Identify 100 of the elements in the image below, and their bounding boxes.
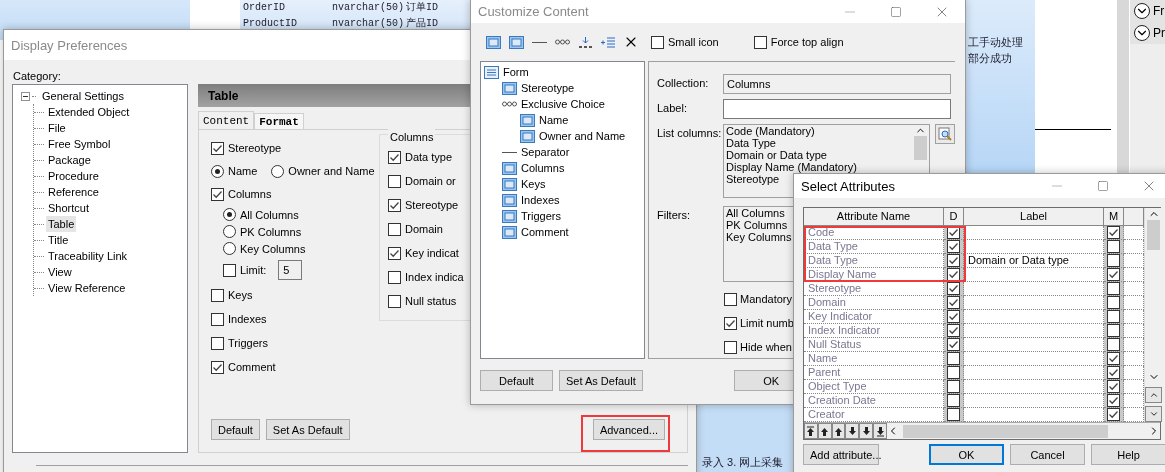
- tree-item[interactable]: Form: [503, 66, 529, 78]
- checkbox[interactable]: [1107, 380, 1120, 393]
- expander-icon[interactable]: [21, 91, 30, 101]
- side-item[interactable]: Fr: [1130, 0, 1165, 22]
- checkbox[interactable]: [211, 187, 224, 201]
- checkbox[interactable]: [211, 141, 224, 155]
- checkbox[interactable]: [1107, 240, 1120, 253]
- checkbox[interactable]: [388, 150, 401, 164]
- scrollbar[interactable]: [1144, 208, 1162, 422]
- dialog-button[interactable]: Add attribute...: [803, 444, 879, 465]
- tree-item[interactable]: Separator: [521, 146, 570, 158]
- tree-item[interactable]: Indexes: [521, 194, 560, 206]
- checkbox[interactable]: [947, 296, 960, 309]
- tree-item[interactable]: Table: [46, 216, 77, 232]
- tree-item[interactable]: Exclusive Choice: [521, 98, 605, 110]
- checkbox[interactable]: [947, 394, 960, 407]
- tab[interactable]: Content: [198, 111, 255, 129]
- checkbox[interactable]: [388, 222, 401, 236]
- tree-item[interactable]: Extended Object: [46, 104, 132, 120]
- checkbox[interactable]: [651, 35, 664, 49]
- list-item[interactable]: Domain or Data type: [726, 149, 827, 161]
- column-header[interactable]: D: [944, 208, 964, 226]
- add-item-button[interactable]: [507, 33, 525, 51]
- advanced-button[interactable]: Advanced...: [592, 419, 665, 440]
- checkbox[interactable]: [947, 338, 960, 351]
- checkbox[interactable]: [947, 408, 960, 421]
- tree-item[interactable]: View: [46, 264, 74, 280]
- checkbox[interactable]: [947, 310, 960, 323]
- radio-button[interactable]: [211, 164, 224, 178]
- move-down-button[interactable]: [845, 423, 860, 439]
- checkbox[interactable]: [724, 292, 737, 306]
- tree-item[interactable]: Columns: [521, 162, 565, 174]
- tree-item[interactable]: Reference: [46, 184, 101, 200]
- checkbox[interactable]: [211, 360, 224, 374]
- collection-field[interactable]: Columns: [723, 74, 951, 94]
- checkbox[interactable]: [1107, 352, 1120, 365]
- checkbox[interactable]: [947, 324, 960, 337]
- dialog-button[interactable]: Cancel: [1010, 444, 1085, 465]
- tree-item[interactable]: Title: [46, 232, 71, 248]
- radio-button[interactable]: [223, 242, 236, 255]
- move-down-button[interactable]: [859, 423, 874, 439]
- tree-item[interactable]: Triggers: [521, 210, 561, 222]
- checkbox[interactable]: [947, 240, 960, 253]
- checkbox[interactable]: [1107, 282, 1120, 295]
- tree-item[interactable]: Traceability Link: [46, 248, 130, 264]
- checkbox[interactable]: [1107, 254, 1120, 267]
- checkbox[interactable]: [211, 312, 224, 326]
- tree-item[interactable]: View Reference: [46, 280, 128, 296]
- move-up-button[interactable]: [804, 423, 818, 439]
- checkbox[interactable]: [388, 198, 401, 212]
- list-item[interactable]: Display Name (Mandatory): [726, 161, 857, 173]
- tree-item[interactable]: Keys: [521, 178, 546, 190]
- tab[interactable]: Format: [254, 113, 304, 129]
- list-item[interactable]: Code (Mandatory): [726, 125, 815, 137]
- tree-item[interactable]: Package: [46, 152, 93, 168]
- scroll-top-button[interactable]: [1145, 387, 1162, 403]
- column-header[interactable]: M: [1104, 208, 1124, 226]
- tree-item[interactable]: Free Symbol: [46, 136, 113, 152]
- radio-button[interactable]: [271, 164, 285, 178]
- side-item[interactable]: Pr: [1130, 22, 1165, 44]
- checkbox[interactable]: [388, 294, 401, 308]
- checkbox[interactable]: [947, 254, 960, 267]
- checkbox[interactable]: [947, 352, 960, 365]
- tree-item[interactable]: Stereotype: [521, 82, 575, 94]
- checkbox[interactable]: [1107, 310, 1120, 323]
- move-down-button[interactable]: [873, 423, 887, 439]
- checkbox[interactable]: [1107, 338, 1120, 351]
- checkbox[interactable]: [1107, 296, 1120, 309]
- tree-item[interactable]: Name: [539, 114, 569, 126]
- list-item[interactable]: PK Columns: [726, 219, 788, 231]
- checkbox[interactable]: [223, 263, 236, 277]
- tree-item[interactable]: Comment: [521, 226, 569, 238]
- checkbox[interactable]: [724, 316, 737, 330]
- list-item[interactable]: Data Type: [726, 137, 776, 149]
- dialog-button[interactable]: Help: [1091, 444, 1165, 465]
- dialog-button[interactable]: Set As Default: [559, 370, 643, 391]
- panel-button[interactable]: Set As Default: [265, 419, 350, 440]
- checkbox[interactable]: [1107, 268, 1120, 281]
- radio-button[interactable]: [223, 225, 236, 238]
- panel-button[interactable]: Default: [211, 419, 260, 440]
- checkbox[interactable]: [947, 366, 960, 379]
- tree-item[interactable]: Procedure: [46, 168, 101, 184]
- checkbox[interactable]: [1107, 324, 1120, 337]
- dialog-button[interactable]: Default: [480, 370, 553, 391]
- checkbox[interactable]: [388, 246, 401, 260]
- list-item[interactable]: All Columns: [726, 207, 785, 219]
- scroll-thumb[interactable]: [902, 424, 1108, 438]
- properties-button[interactable]: [935, 124, 955, 144]
- radio-button[interactable]: [223, 208, 236, 221]
- checkbox[interactable]: [211, 288, 224, 302]
- checkbox[interactable]: [724, 340, 737, 354]
- tree-item[interactable]: Owner and Name: [539, 130, 626, 142]
- checkbox[interactable]: [1107, 226, 1120, 239]
- checkbox[interactable]: [1107, 394, 1120, 407]
- tree-item[interactable]: File: [46, 120, 68, 136]
- list-item[interactable]: Stereotype: [726, 173, 780, 185]
- list-item[interactable]: Key Columns: [726, 231, 792, 243]
- tree-item[interactable]: Shortcut: [46, 200, 91, 216]
- limit-field[interactable]: 5: [278, 260, 303, 280]
- scroll-bottom-button[interactable]: [1145, 406, 1162, 422]
